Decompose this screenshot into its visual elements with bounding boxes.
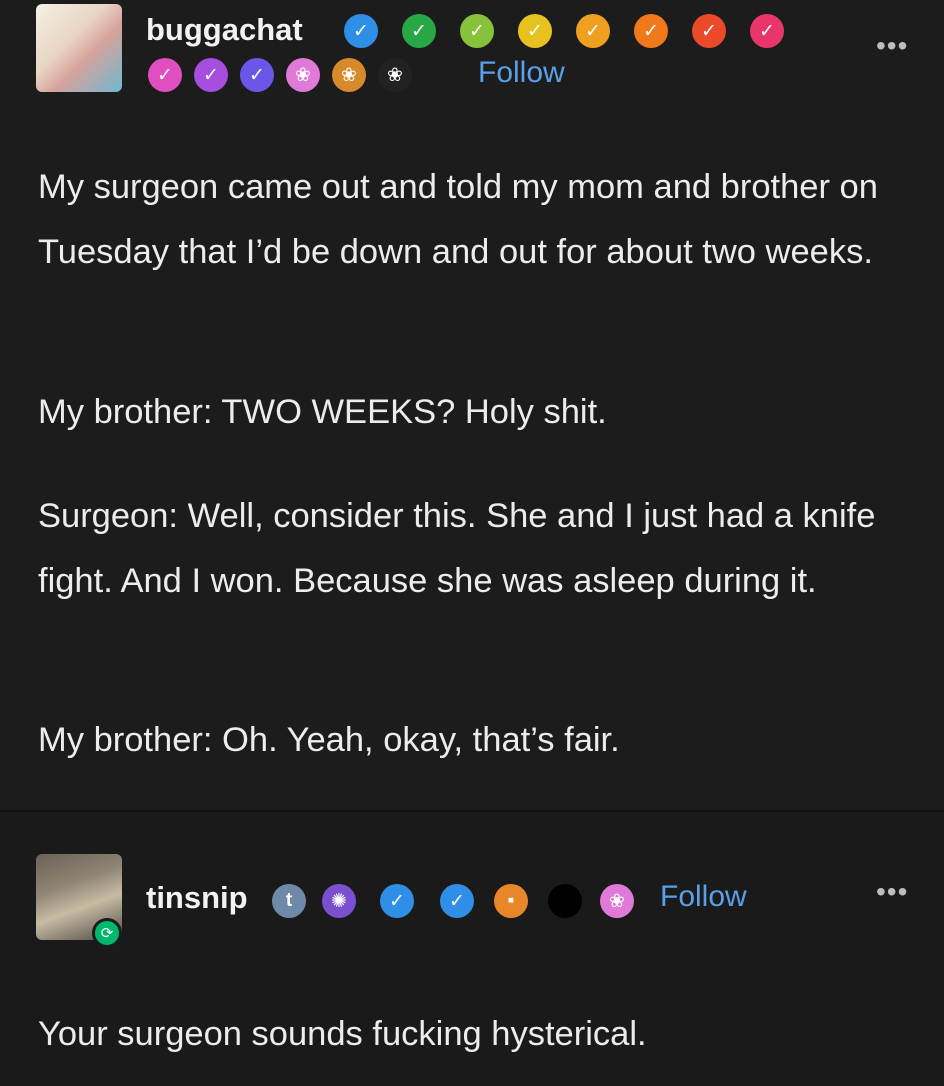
username[interactable]: buggachat	[146, 12, 303, 48]
more-options-icon[interactable]: •••	[876, 876, 908, 908]
post-original: buggachat ✓ ✓ ✓ ✓ ✓ ✓ ✓ ✓ ✓ ✓ ✓ ❀ ❀ ❀ Follow ••• My s…	[0, 0, 944, 812]
check-badge-icon[interactable]: ✓	[576, 14, 610, 48]
paw-badge-icon[interactable]: ❀	[332, 58, 366, 92]
avatar[interactable]	[36, 854, 122, 940]
check-badge-icon[interactable]: ✓	[402, 14, 436, 48]
paw-badge-icon[interactable]: ❀	[378, 58, 412, 92]
paw-badge-icon[interactable]: ❀	[286, 58, 320, 92]
check-badge-icon[interactable]: ✓	[148, 58, 182, 92]
check-badge-icon[interactable]: ✓	[750, 14, 784, 48]
post-paragraph: My brother: TWO WEEKS? Holy shit.	[38, 393, 607, 431]
tumblr-badge-icon[interactable]: t	[272, 884, 306, 918]
post-paragraph: My surgeon came out and told my mom and …	[38, 168, 878, 271]
black-badge-icon[interactable]	[548, 884, 582, 918]
paw-badge-icon[interactable]: ❀	[600, 884, 634, 918]
more-options-icon[interactable]: •••	[876, 30, 908, 62]
check-badge-icon[interactable]: ✓	[692, 14, 726, 48]
username[interactable]: tinsnip	[146, 880, 248, 916]
crab-badge-icon[interactable]: ✺	[322, 884, 356, 918]
orange-badge-icon[interactable]: ▪	[494, 884, 528, 918]
post-paragraph: Your surgeon sounds fucking hysterical.	[38, 1015, 647, 1053]
check-badge-icon[interactable]: ✓	[460, 14, 494, 48]
check-badge-icon[interactable]: ✓	[440, 884, 474, 918]
check-badge-icon[interactable]: ✓	[634, 14, 668, 48]
follow-button[interactable]: Follow	[660, 880, 747, 914]
check-badge-icon[interactable]: ✓	[240, 58, 274, 92]
post-paragraph: My brother: Oh. Yeah, okay, that’s fair.	[38, 721, 620, 759]
check-badge-icon[interactable]: ✓	[518, 14, 552, 48]
check-badge-icon[interactable]: ✓	[344, 14, 378, 48]
avatar[interactable]	[36, 4, 122, 92]
check-badge-icon[interactable]: ✓	[194, 58, 228, 92]
post-divider	[0, 810, 944, 812]
follow-button[interactable]: Follow	[478, 56, 565, 90]
post-paragraph: Surgeon: Well, consider this. She and I …	[38, 497, 876, 600]
check-badge-icon[interactable]: ✓	[380, 884, 414, 918]
